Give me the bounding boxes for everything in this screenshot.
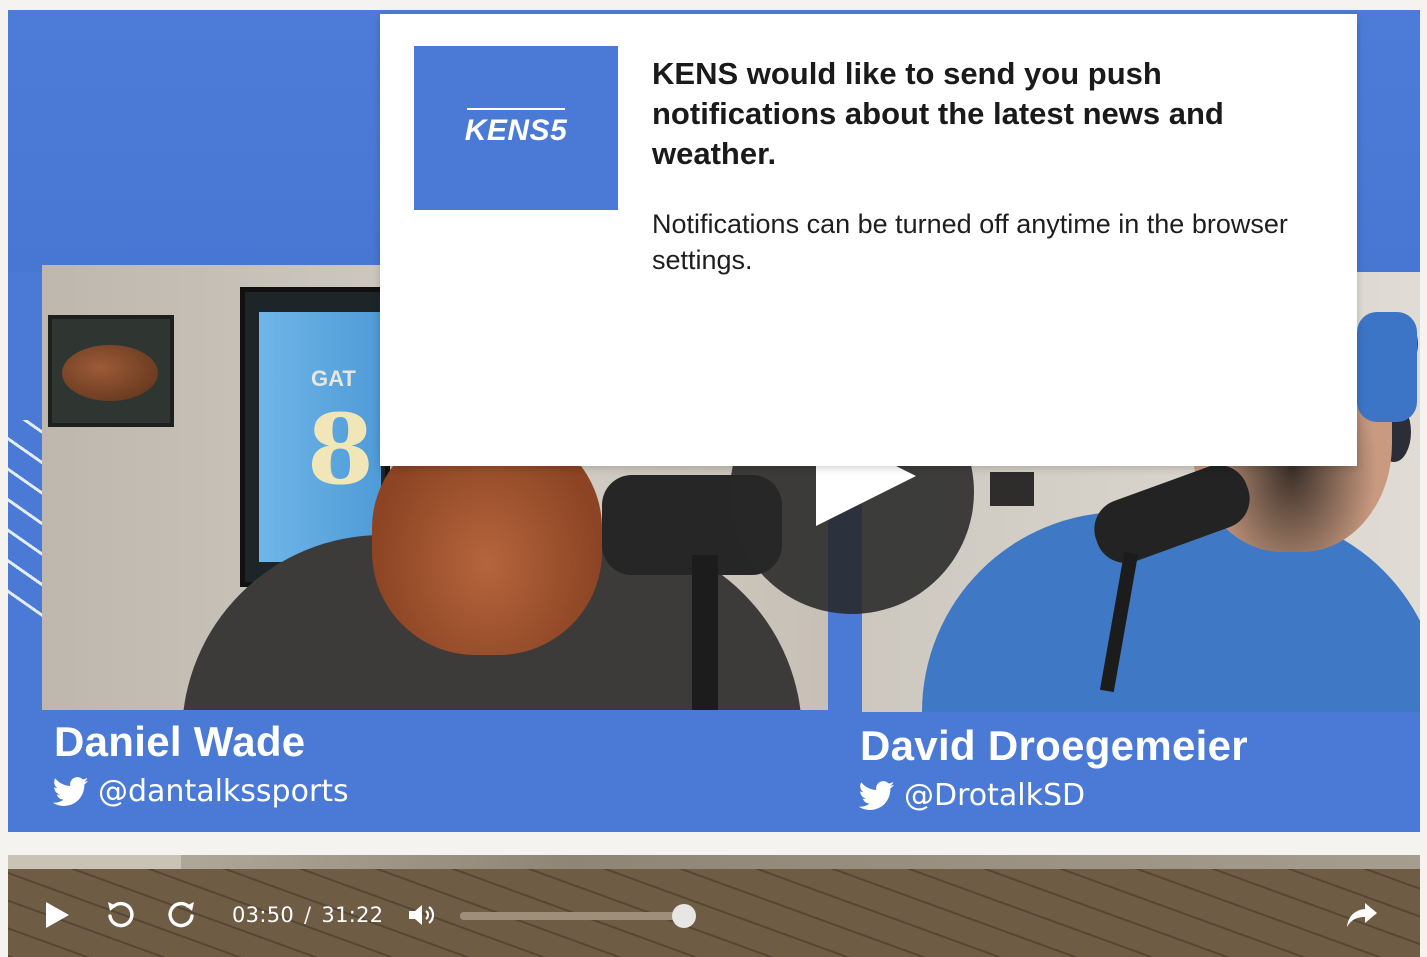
time-separator: / [304, 903, 312, 927]
volume-button[interactable] [406, 901, 440, 929]
duration: 31:22 [321, 903, 384, 927]
decorative-stripes [8, 420, 44, 620]
play-button[interactable] [42, 901, 72, 929]
volume-icon [409, 905, 435, 925]
host-handle-left-text: @dantalkssports [98, 774, 349, 809]
host-name-left: Daniel Wade [54, 718, 306, 765]
twitter-icon [52, 776, 89, 806]
page: GAT 8 Daniel Wade @dantalkssports David … [0, 0, 1427, 957]
replay-icon [108, 901, 134, 928]
kens5-logo: KENS5 [414, 46, 618, 210]
logo-text: KENS5 [465, 108, 568, 148]
seek-bar-played [8, 855, 181, 869]
forward-button[interactable] [166, 901, 198, 929]
current-time: 03:50 [232, 903, 295, 927]
wall-speaker [990, 472, 1034, 506]
forward-icon [168, 901, 194, 928]
jersey-number-text: 8 [307, 393, 374, 506]
push-notification-prompt[interactable]: KENS5 KENS would like to send you push n… [380, 14, 1357, 466]
mic-stand-left [692, 555, 718, 710]
share-icon [1347, 903, 1377, 927]
host-handle-right-text: @DrotalkSD [904, 778, 1086, 813]
jersey: GAT 8 [259, 312, 381, 562]
notification-body: Notifications can be turned off anytime … [652, 209, 1288, 275]
football-picture [48, 315, 174, 427]
host-name-right: David Droegemeier [860, 722, 1248, 769]
jersey-name-text: GAT [311, 366, 356, 391]
share-button[interactable] [1344, 901, 1380, 929]
volume-level [460, 912, 684, 920]
seek-bar[interactable] [8, 855, 1420, 869]
volume-slider-handle[interactable] [672, 904, 696, 928]
football-image [62, 345, 158, 401]
twitter-icon [858, 780, 895, 810]
time-display: 03:50 / 31:22 [232, 901, 383, 929]
host-right-cap [1357, 312, 1417, 422]
host-handle-right: @DrotalkSD [858, 778, 1085, 813]
player-controls: 03:50 / 31:22 [8, 855, 1420, 957]
replay-button[interactable] [104, 901, 136, 929]
notification-title: KENS would like to send you push notific… [652, 56, 1224, 171]
host-handle-left: @dantalkssports [52, 774, 349, 809]
play-icon [46, 902, 69, 928]
volume-slider[interactable] [460, 912, 684, 920]
